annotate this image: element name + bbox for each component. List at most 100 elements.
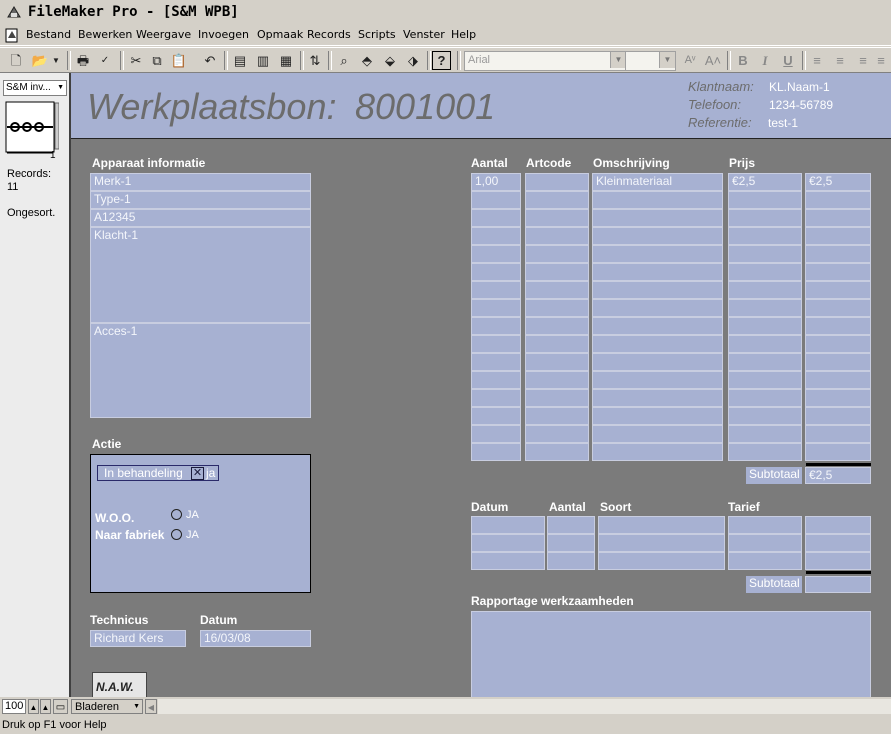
labor-cell[interactable] [471, 552, 545, 570]
acces-field[interactable]: Acces-1 [90, 323, 311, 418]
line-cell-totaal[interactable] [805, 245, 871, 263]
align-right-icon[interactable]: ≡ [853, 51, 873, 70]
layout-select[interactable]: S&M inv... ▼ [3, 80, 67, 96]
line-cell-totaal[interactable] [805, 443, 871, 461]
cut-icon[interactable]: ✂ [126, 51, 146, 70]
bold-icon[interactable]: B [733, 51, 753, 70]
menu-weergave[interactable]: Weergave [136, 28, 191, 41]
woo-radio[interactable] [171, 509, 182, 520]
font-size-select[interactable]: ▼ [625, 51, 676, 71]
line-cell-artcode[interactable] [525, 371, 589, 389]
line-cell-aantal[interactable]: 1,00 [471, 173, 521, 191]
type-field[interactable]: Type-1 [90, 191, 311, 209]
underline-icon[interactable]: U [778, 51, 798, 70]
font-increase-icon[interactable]: A˄ [703, 51, 723, 70]
scroll-left-icon[interactable]: ◀ [145, 699, 157, 714]
line-cell-prijs[interactable] [728, 335, 802, 353]
line-cell-aantal[interactable] [471, 425, 521, 443]
find-all-icon[interactable]: ⬘ [357, 51, 377, 70]
italic-icon[interactable]: I [755, 51, 775, 70]
line-cell-totaal[interactable]: €2,5 [805, 173, 871, 191]
line-cell-totaal[interactable] [805, 425, 871, 443]
line-cell-prijs[interactable] [728, 209, 802, 227]
line-cell-totaal[interactable] [805, 317, 871, 335]
labor-cell[interactable] [547, 516, 595, 534]
line-cell-aantal[interactable] [471, 317, 521, 335]
line-cell-omschrijving[interactable] [592, 443, 723, 461]
labor-cell[interactable] [805, 534, 871, 552]
labor-cell[interactable] [728, 516, 802, 534]
line-cell-prijs[interactable] [728, 299, 802, 317]
zoom-out-icon[interactable]: ▲ [28, 699, 39, 714]
line-cell-totaal[interactable] [805, 335, 871, 353]
line-cell-aantal[interactable] [471, 281, 521, 299]
line-cell-omschrijving[interactable] [592, 389, 723, 407]
labor-cell[interactable] [547, 552, 595, 570]
labor-cell[interactable] [728, 534, 802, 552]
status-checkbox-field[interactable]: In behandeling ✕ ja [97, 465, 219, 481]
delete-record-icon[interactable]: ▦ [276, 51, 296, 70]
omit-icon[interactable]: ⬙ [380, 51, 400, 70]
line-cell-artcode[interactable] [525, 263, 589, 281]
line-cell-artcode[interactable] [525, 191, 589, 209]
menu-bestand[interactable]: Bestand [26, 28, 71, 41]
horizontal-scrollbar[interactable] [158, 699, 891, 714]
status-area-toggle-icon[interactable]: ▭ [53, 699, 68, 714]
spellcheck-icon[interactable]: ✓ [95, 51, 115, 70]
line-cell-omschrijving[interactable]: Kleinmateriaal [592, 173, 723, 191]
dropdown-arrow-icon[interactable]: ▼ [50, 51, 62, 70]
font-select[interactable]: Arial ▼ [464, 51, 627, 71]
merk-field[interactable]: Merk-1 [90, 173, 311, 191]
menu-invoegen[interactable]: Invoegen [198, 28, 249, 41]
new-record-icon[interactable]: ▤ [230, 51, 250, 70]
line-cell-aantal[interactable] [471, 299, 521, 317]
menu-scripts[interactable]: Scripts [358, 28, 396, 41]
zoom-in-icon[interactable]: ▲ [40, 699, 51, 714]
line-cell-totaal[interactable] [805, 299, 871, 317]
open-folder-icon[interactable]: 📂 [30, 51, 50, 70]
line-cell-omschrijving[interactable] [592, 425, 723, 443]
align-justify-icon[interactable]: ≡ [874, 51, 888, 70]
line-cell-omschrijving[interactable] [592, 335, 723, 353]
line-cell-totaal[interactable] [805, 263, 871, 281]
line-cell-omschrijving[interactable] [592, 317, 723, 335]
line-cell-totaal[interactable] [805, 389, 871, 407]
line-cell-totaal[interactable] [805, 407, 871, 425]
line-cell-omschrijving[interactable] [592, 263, 723, 281]
line-cell-aantal[interactable] [471, 389, 521, 407]
font-decrease-icon[interactable]: Aᵛ [680, 51, 700, 70]
labor-subtotal-field[interactable] [805, 576, 871, 593]
line-cell-prijs[interactable]: €2,5 [728, 173, 802, 191]
paste-icon[interactable]: 📋 [169, 51, 189, 70]
labor-cell[interactable] [471, 516, 545, 534]
copy-icon[interactable]: ⧉ [147, 51, 167, 70]
labor-cell[interactable] [598, 552, 725, 570]
line-cell-artcode[interactable] [525, 281, 589, 299]
line-cell-artcode[interactable] [525, 299, 589, 317]
labor-cell[interactable] [547, 534, 595, 552]
line-cell-prijs[interactable] [728, 245, 802, 263]
line-cell-prijs[interactable] [728, 353, 802, 371]
line-cell-aantal[interactable] [471, 245, 521, 263]
line-cell-omschrijving[interactable] [592, 209, 723, 227]
new-file-icon[interactable]: 🗋 [6, 51, 26, 70]
line-cell-prijs[interactable] [728, 443, 802, 461]
line-cell-artcode[interactable] [525, 227, 589, 245]
line-cell-prijs[interactable] [728, 227, 802, 245]
line-cell-totaal[interactable] [805, 191, 871, 209]
line-cell-aantal[interactable] [471, 371, 521, 389]
line-cell-omschrijving[interactable] [592, 371, 723, 389]
line-cell-aantal[interactable] [471, 209, 521, 227]
line-cell-aantal[interactable] [471, 353, 521, 371]
klacht-field[interactable]: Klacht-1 [90, 227, 311, 323]
line-cell-aantal[interactable] [471, 335, 521, 353]
help-icon[interactable]: ? [432, 51, 451, 70]
line-cell-artcode[interactable] [525, 425, 589, 443]
line-cell-totaal[interactable] [805, 209, 871, 227]
undo-icon[interactable]: ↶ [200, 51, 220, 70]
line-cell-artcode[interactable] [525, 353, 589, 371]
line-cell-omschrijving[interactable] [592, 227, 723, 245]
line-cell-omschrijving[interactable] [592, 191, 723, 209]
line-cell-totaal[interactable] [805, 353, 871, 371]
line-cell-prijs[interactable] [728, 317, 802, 335]
